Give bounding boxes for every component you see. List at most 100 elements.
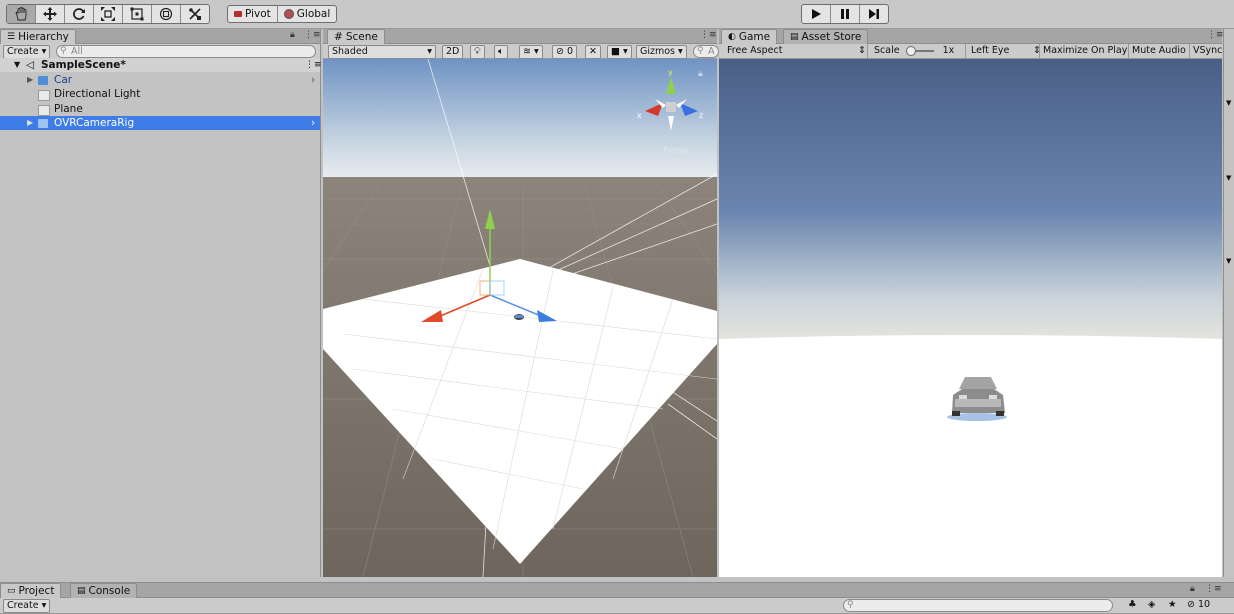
scene-menu-icon[interactable]: ⋮≡ <box>305 58 322 72</box>
pause-button[interactable] <box>831 5 860 23</box>
project-toolbar: Create ▾ ⚲ ♣ ◈ ★ ⊘ 10 <box>0 598 1234 614</box>
eye-slash-icon: ⊘ <box>556 46 564 57</box>
play-button[interactable] <box>802 5 831 23</box>
slider-knob-icon[interactable] <box>905 45 916 56</box>
hidden-objects-toggle[interactable]: ⊘ 0 <box>552 45 578 59</box>
hierarchy-item-ovrcamerarig[interactable]: ▶ OVRCameraRig › <box>0 116 320 130</box>
rect-tool-button[interactable] <box>123 5 152 23</box>
global-button[interactable]: Global <box>278 6 337 22</box>
toolbar-divider <box>965 44 966 58</box>
scale-slider[interactable]: Scale 1x <box>871 45 965 57</box>
persp-label[interactable]: Persp <box>663 146 688 156</box>
scene-viewport[interactable]: y x z Persp 🔒︎ <box>323 59 717 577</box>
panel-menu-icon[interactable]: ⋮≡ <box>700 30 717 40</box>
globe-icon <box>283 9 294 19</box>
transform-all-icon <box>159 7 173 21</box>
step-icon <box>869 9 879 19</box>
custom-tool-button[interactable] <box>181 5 209 23</box>
chevron-right-icon[interactable]: › <box>311 116 315 130</box>
slider-track[interactable] <box>915 49 934 52</box>
2d-toggle[interactable]: 2D <box>442 45 464 59</box>
tab-console-label: Console <box>88 585 131 597</box>
game-viewport[interactable] <box>719 59 1222 577</box>
hierarchy-item-car[interactable]: ▶ Car › <box>0 73 320 87</box>
hierarchy-toolbar: Create ▾ ⚲ All <box>0 44 320 59</box>
car-object[interactable] <box>514 314 524 320</box>
lighting-toggle[interactable]: 💡︎ <box>470 45 485 59</box>
lock-icon[interactable]: 🔒︎ <box>290 30 295 40</box>
filter-type-icon: ♣ <box>1128 599 1137 610</box>
panel-menu-icon[interactable]: ⋮≡ <box>1205 584 1222 594</box>
hierarchy-create-button[interactable]: Create ▾ <box>3 45 51 59</box>
panel-menu-icon[interactable]: ⋮≡ <box>1207 30 1224 40</box>
expand-arrow-icon[interactable]: ▶ <box>27 116 33 130</box>
gizmo-lock-icon[interactable]: 🔒︎ <box>698 69 703 79</box>
tab-scene[interactable]: # Scene <box>327 29 385 44</box>
scene-search-placeholder: A <box>708 46 715 57</box>
pacman-game-icon: ◐ <box>728 32 736 42</box>
panel-menu-icon[interactable]: ⋮≡ <box>304 30 321 40</box>
2d-label: 2D <box>446 46 460 57</box>
aspect-dropdown[interactable]: Free Aspect ⇕ <box>724 45 867 57</box>
scene-search-input[interactable]: ⚲ A <box>693 45 719 58</box>
effects-icon: ≋ ▾ <box>523 46 539 57</box>
filter-by-type-button[interactable]: ♣ <box>1125 599 1140 611</box>
hand-tool-button[interactable] <box>7 5 36 23</box>
tab-game-label: Game <box>738 31 771 43</box>
inspector-collapse-arrow-icon[interactable]: ▼ <box>1226 99 1231 107</box>
pivot-label: Pivot <box>245 8 271 20</box>
pivot-button[interactable]: Pivot <box>228 6 278 22</box>
gizmos-dropdown[interactable]: Gizmos ▾ <box>636 45 687 59</box>
expand-arrow-icon[interactable]: ▼ <box>14 58 20 72</box>
shading-mode-dropdown[interactable]: Shaded ▾ <box>328 45 436 59</box>
step-button[interactable] <box>860 5 888 23</box>
tools-icon: ✕ <box>589 46 597 57</box>
hierarchy-item-plane[interactable]: Plane <box>0 102 320 116</box>
inspector-collapse-arrow-icon[interactable]: ▼ <box>1226 257 1231 265</box>
rotate-icon <box>73 8 85 20</box>
rotate-tool-button[interactable] <box>65 5 94 23</box>
inspector-collapse-arrow-icon[interactable]: ▼ <box>1226 174 1231 182</box>
tools-icon <box>189 8 201 20</box>
camera-dropdown[interactable]: ■ ▾ <box>607 45 632 59</box>
scale-tool-button[interactable] <box>94 5 123 23</box>
hidden-packages-button[interactable]: ⊘ 10 <box>1184 599 1213 611</box>
transform-tool-button[interactable] <box>152 5 181 23</box>
favorites-button[interactable]: ★ <box>1165 599 1180 611</box>
audio-toggle[interactable]: 🔈︎ <box>494 45 508 59</box>
mute-audio-toggle[interactable]: Mute Audio <box>1129 45 1189 57</box>
global-label: Global <box>296 8 331 20</box>
hierarchy-item-directional-light[interactable]: Directional Light <box>0 87 320 101</box>
tab-project[interactable]: ▭ Project <box>0 583 62 598</box>
project-create-button[interactable]: Create ▾ <box>3 599 51 613</box>
tab-hierarchy[interactable]: ☰ Hierarchy <box>0 29 76 44</box>
maximize-on-play-toggle[interactable]: Maximize On Play <box>1040 45 1130 57</box>
hierarchy-search-input[interactable]: ⚲ All <box>56 45 316 58</box>
eye-dropdown[interactable]: Left Eye ⇕ <box>968 45 1042 57</box>
vsync-toggle[interactable]: VSync <box>1190 45 1224 57</box>
axis-z-label: z <box>699 111 703 120</box>
lock-icon[interactable]: 🔒︎ <box>1190 584 1195 594</box>
scale-icon <box>101 7 115 21</box>
pivot-toggle-group: Pivot Global <box>227 5 338 23</box>
inspector-panel-edge: ▼ ▼ ▼ <box>1223 29 1234 577</box>
aspect-value: Free Aspect <box>727 45 783 56</box>
filter-by-label-button[interactable]: ◈ <box>1145 599 1158 611</box>
tab-asset-store[interactable]: ▤ Asset Store <box>783 29 869 44</box>
move-tool-button[interactable] <box>36 5 65 23</box>
tab-game[interactable]: ◐ Game <box>721 29 778 44</box>
chevron-right-icon[interactable]: › <box>311 73 315 87</box>
effects-dropdown[interactable]: ≋ ▾ <box>519 45 543 59</box>
chevron-down-icon: ▾ <box>427 46 432 57</box>
gameobject-cube-icon <box>38 105 50 116</box>
tab-console[interactable]: ▤ Console <box>70 583 138 598</box>
scale-label: Scale <box>874 45 900 56</box>
scene-root-row[interactable]: ▼ ◁ SampleScene* ⋮≡ <box>0 58 322 72</box>
expand-arrow-icon[interactable]: ▶ <box>27 73 33 87</box>
grid-icon: # <box>334 31 343 43</box>
tools-toggle[interactable]: ✕ <box>585 45 601 59</box>
scale-value: 1x <box>942 45 955 56</box>
hidden-count: 0 <box>567 46 574 57</box>
project-search-input[interactable]: ⚲ <box>843 599 1113 612</box>
hierarchy-create-label: Create <box>7 46 39 57</box>
